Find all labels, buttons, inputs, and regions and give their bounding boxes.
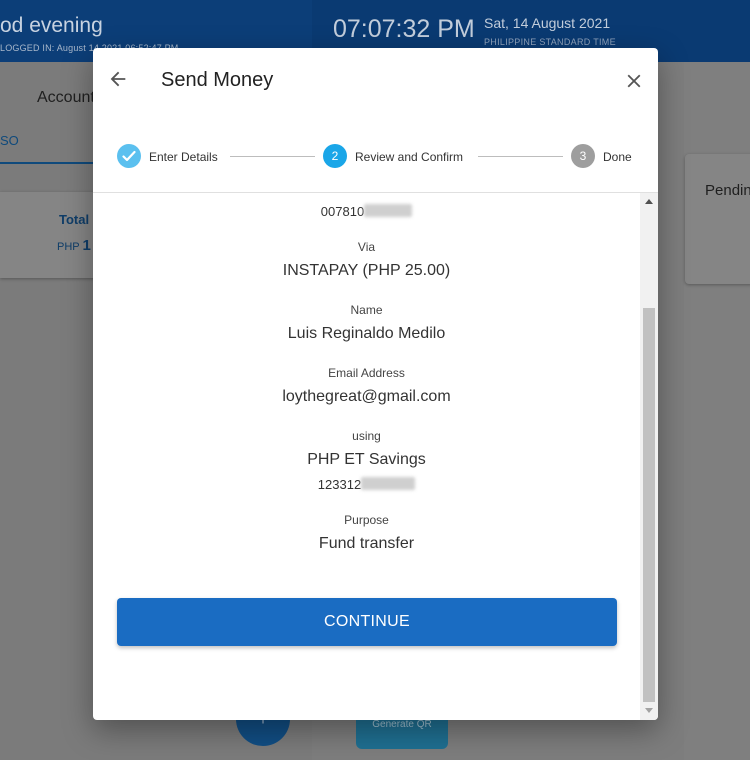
via-value: INSTAPAY (PHP 25.00) <box>282 262 451 279</box>
step-3-label: Done <box>603 150 632 164</box>
dialog-header: Send Money <box>93 48 658 114</box>
timezone-label: PHILIPPINE STANDARD TIME <box>484 37 616 47</box>
redacted-digits <box>361 477 416 490</box>
using-value: PHP ET Savings <box>307 451 426 468</box>
tab-indicator <box>0 162 95 164</box>
purpose-value: Fund transfer <box>318 535 415 552</box>
step-2-number: 2 <box>323 144 347 168</box>
email-label: Email Address <box>328 366 405 380</box>
tab-accounts[interactable]: Account <box>37 89 95 107</box>
step-1-label: Enter Details <box>149 150 218 164</box>
stepper: Enter Details 2 Review and Confirm 3 Don… <box>93 140 658 170</box>
email-value: loythegreat@gmail.com <box>282 388 451 405</box>
back-arrow-icon[interactable] <box>107 68 129 90</box>
step-2-label: Review and Confirm <box>355 150 464 164</box>
step-connector <box>478 156 563 157</box>
close-icon[interactable] <box>623 70 645 92</box>
source-account-visible: 123312 <box>317 477 362 492</box>
scrollbar-thumb[interactable] <box>643 308 655 702</box>
step-connector <box>230 156 315 157</box>
greeting-text: od evening <box>0 14 103 37</box>
tab-so[interactable]: SO <box>0 133 19 148</box>
via-label: Via <box>357 240 376 254</box>
total-label: Total <box>59 212 90 227</box>
total-currency: PHP <box>57 241 80 253</box>
send-money-dialog: Send Money Enter Details 2 Review and Co… <box>93 48 658 720</box>
pending-label: Pendin <box>705 182 750 199</box>
scroll-down-arrow-icon[interactable] <box>645 708 653 713</box>
total-value: 1 <box>82 237 91 254</box>
scrollbar[interactable] <box>640 193 658 720</box>
clock-date: Sat, 14 August 2021 <box>484 15 611 31</box>
name-value: Luis Reginaldo Medilo <box>287 325 446 342</box>
redacted-digits <box>364 204 413 217</box>
step-3-number: 3 <box>571 144 595 168</box>
clock-time: 07:07:32 PM <box>333 15 475 43</box>
total-amount: PHP 1 <box>57 237 91 254</box>
purpose-label: Purpose <box>344 513 389 527</box>
using-label: using <box>352 429 381 443</box>
recipient-account-visible: 007810 <box>320 204 365 219</box>
recipient-account-number: 007810 <box>93 204 640 219</box>
pending-card: Pendin <box>685 154 750 284</box>
dialog-title: Send Money <box>161 69 274 91</box>
name-label: Name <box>350 303 383 317</box>
step-1-check-icon <box>117 144 141 168</box>
continue-button[interactable]: CONTINUE <box>117 598 617 646</box>
scroll-up-arrow-icon[interactable] <box>645 199 653 204</box>
source-account-number: 123312 <box>93 477 640 492</box>
